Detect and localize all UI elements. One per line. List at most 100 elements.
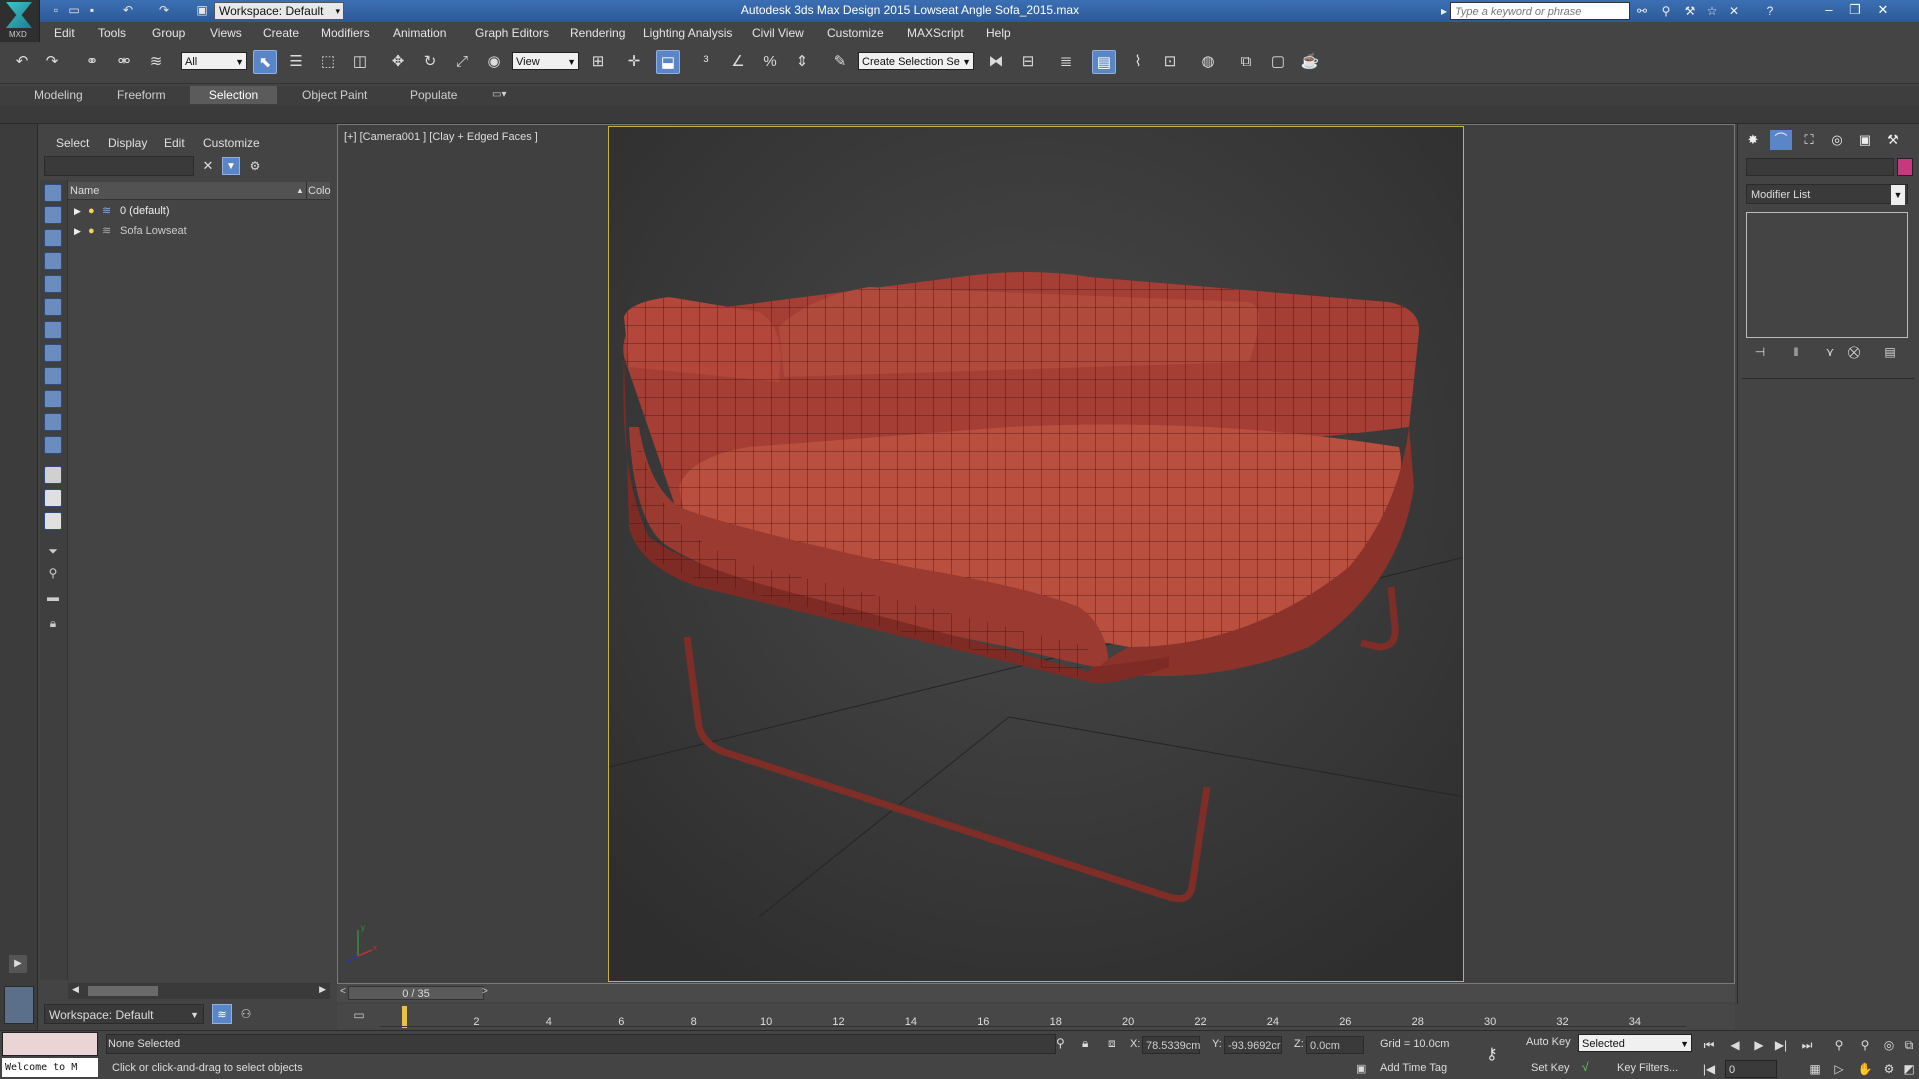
maximize-toggle-icon[interactable]: ◩	[1900, 1060, 1918, 1078]
modifier-list-dropdown[interactable]: Modifier List ▼	[1746, 184, 1908, 205]
display-groups-icon[interactable]	[44, 321, 62, 339]
zoom-all-icon[interactable]: ⚲	[1856, 1036, 1874, 1054]
display-bones-icon[interactable]	[44, 367, 62, 385]
search-input[interactable]: Type a keyword or phrase	[1450, 2, 1630, 20]
menu-group[interactable]: Group	[152, 26, 185, 40]
field-of-view-icon[interactable]: ▷	[1830, 1060, 1848, 1078]
expand-panel-icon[interactable]: ▶	[9, 955, 27, 973]
display-all-icon[interactable]	[44, 466, 62, 484]
manipulate-icon[interactable]: ✛	[622, 50, 646, 74]
display-frozen-icon[interactable]	[44, 413, 62, 431]
close-icon[interactable]: ✕	[1870, 1, 1896, 19]
filter-toggle-icon[interactable]: ▼	[222, 157, 240, 175]
redo-quick-icon[interactable]: ↷	[156, 3, 172, 18]
rendered-frame-window-icon[interactable]: ▢	[1266, 50, 1290, 74]
play-icon[interactable]: ▶	[1750, 1036, 1768, 1054]
select-and-move-icon[interactable]: ✥	[386, 50, 410, 74]
explorer-search-input[interactable]	[44, 156, 194, 176]
column-name[interactable]: Name	[70, 182, 99, 200]
mini-curve-editor-icon[interactable]: ▭	[348, 1008, 370, 1026]
explorer-workspace-dropdown[interactable]: Workspace: Default ▼	[44, 1004, 204, 1024]
display-cameras-icon[interactable]	[44, 252, 62, 270]
go-to-start-icon[interactable]: ⏮	[1700, 1036, 1718, 1054]
menu-animation[interactable]: Animation	[393, 26, 446, 40]
menu-maxscript[interactable]: MAXScript	[907, 26, 964, 40]
display-none-icon[interactable]	[44, 489, 62, 507]
named-selection-set-dropdown[interactable]: Create Selection Se ▼	[858, 52, 974, 70]
pan-view-icon[interactable]: ✋	[1856, 1060, 1874, 1078]
select-by-name-icon[interactable]: ☰	[284, 50, 308, 74]
time-prev-button[interactable]: <	[340, 986, 346, 997]
default-in-out-tangents-icon[interactable]: √	[1582, 1060, 1598, 1074]
make-unique-icon[interactable]: ⋎	[1820, 344, 1840, 360]
select-and-rotate-icon[interactable]: ↻	[418, 50, 442, 74]
exchange-apps-icon[interactable]: ✕	[1726, 3, 1742, 19]
walk-through-icon[interactable]: ⚙	[1880, 1060, 1898, 1078]
modifier-stack[interactable]	[1746, 212, 1908, 338]
select-and-scale-icon[interactable]: ⤢	[450, 50, 474, 74]
ribbon-options-icon[interactable]: ▭▾	[482, 86, 516, 104]
help-icon[interactable]: ?	[1762, 3, 1778, 19]
schematic-view-icon[interactable]: ⊡	[1158, 50, 1182, 74]
favorites-star-icon[interactable]: ☆	[1704, 3, 1720, 19]
keyboard-shortcut-override-icon[interactable]: ⬓	[656, 50, 680, 74]
curve-editor-icon[interactable]: ⌇	[1126, 50, 1150, 74]
remove-modifier-icon[interactable]: ⛒	[1844, 344, 1864, 360]
rectangular-selection-icon[interactable]: ⬚	[316, 50, 340, 74]
select-and-link-icon[interactable]: ⚭	[80, 50, 104, 74]
scroll-right-icon[interactable]: ▶	[319, 984, 326, 995]
render-production-icon[interactable]: ☕	[1298, 50, 1322, 74]
display-shapes-icon[interactable]	[44, 206, 62, 224]
percent-snap-icon[interactable]: %	[758, 50, 782, 74]
hierarchy-tab-icon[interactable]: ⛶	[1798, 130, 1820, 150]
save-file-icon[interactable]: ▪	[84, 3, 100, 18]
object-color-swatch[interactable]	[1897, 158, 1913, 176]
toggle-layer-explorer-icon[interactable]: ▤	[1092, 50, 1116, 74]
collapse-all-icon[interactable]: ▬	[44, 590, 62, 608]
tab-populate[interactable]: Populate	[400, 86, 467, 104]
previous-frame-icon[interactable]: ◀	[1726, 1036, 1744, 1054]
explorer-menu-customize[interactable]: Customize	[203, 136, 260, 150]
toggle-scene-explorer-icon[interactable]: ≣	[1054, 50, 1078, 74]
mirror-icon[interactable]: ⧓	[984, 50, 1008, 74]
selection-lock-icon[interactable]: 🔒︎	[1082, 1036, 1098, 1051]
scroll-left-icon[interactable]: ◀	[72, 984, 79, 995]
spinner-snap-icon[interactable]: ⇕	[790, 50, 814, 74]
configure-modifier-sets-icon[interactable]: ▤	[1880, 344, 1900, 360]
key-mode-dropdown[interactable]: Selected ▼	[1578, 1034, 1692, 1052]
viewport-label[interactable]: [+] [Camera001 ] [Clay + Edged Faces ]	[344, 131, 538, 143]
modify-tab-icon[interactable]: ⌒	[1770, 130, 1792, 150]
render-setup-icon[interactable]: ⧉	[1234, 50, 1258, 74]
current-frame-field[interactable]: 0	[1725, 1060, 1777, 1078]
time-tag-icon[interactable]: ▣	[1356, 1062, 1370, 1075]
x-coordinate-field[interactable]: 78.5339cm	[1142, 1036, 1200, 1054]
layer-row[interactable]: ▶ ● ≋ 0 (default)	[68, 202, 330, 221]
key-icon[interactable]: ⚷	[1486, 1044, 1498, 1064]
utilities-tab-icon[interactable]: ⚒	[1882, 130, 1904, 150]
isolate-selection-icon[interactable]: ⚲	[1056, 1036, 1072, 1050]
tab-selection[interactable]: Selection	[190, 86, 277, 104]
unlink-selection-icon[interactable]: ⚮	[112, 50, 136, 74]
orbit-icon[interactable]: ◎	[1880, 1036, 1898, 1054]
menu-tools[interactable]: Tools	[98, 26, 126, 40]
clear-search-icon[interactable]: ✕	[200, 156, 216, 176]
menu-civil-view[interactable]: Civil View	[752, 26, 804, 40]
menu-views[interactable]: Views	[210, 26, 242, 40]
show-end-result-icon[interactable]: ‖	[1786, 344, 1806, 360]
application-button[interactable]: MXD	[0, 0, 40, 42]
explorer-menu-edit[interactable]: Edit	[164, 136, 185, 150]
key-mode-toggle-icon[interactable]: |◀	[1700, 1060, 1718, 1078]
display-containers-icon[interactable]	[44, 390, 62, 408]
sort-by-hierarchy-icon[interactable]: ⚇	[236, 1004, 256, 1024]
edit-named-selection-icon[interactable]: ✎	[828, 50, 852, 74]
angle-snap-icon[interactable]: ∠	[726, 50, 750, 74]
display-lights-icon[interactable]	[44, 229, 62, 247]
binoculars-icon[interactable]: ⚯	[1634, 3, 1650, 19]
time-configuration-icon[interactable]: ▦	[1806, 1060, 1824, 1078]
menu-rendering[interactable]: Rendering	[570, 26, 625, 40]
pivot-center-icon[interactable]: ⊞	[586, 50, 610, 74]
explorer-horizontal-scrollbar[interactable]: ◀ ▶	[68, 983, 330, 999]
material-editor-icon[interactable]: ◍	[1196, 50, 1220, 74]
bind-to-space-warp-icon[interactable]: ≋	[144, 50, 168, 74]
undo-quick-icon[interactable]: ↶	[120, 3, 136, 18]
